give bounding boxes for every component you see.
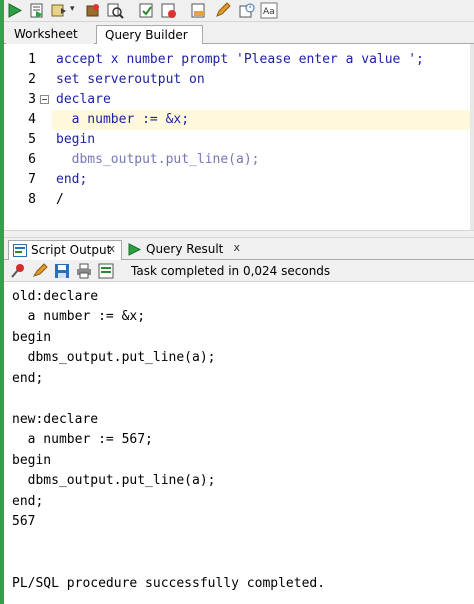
code-line[interactable]: begin xyxy=(56,130,95,150)
output-line: end; xyxy=(12,494,44,509)
autotrace-icon[interactable] xyxy=(106,2,124,19)
line-number: 5 xyxy=(28,132,36,147)
tab-label: Script Output xyxy=(31,243,112,257)
pin-icon[interactable] xyxy=(10,263,26,279)
worksheet-toolbar: ▾ Aa xyxy=(4,0,474,22)
line-number-gutter: 1 2 3 4 5 6 7 8 xyxy=(4,44,52,230)
line-number: 4 xyxy=(28,112,36,127)
output-tab-strip: Script Output x Query Result x xyxy=(4,238,474,260)
pencil-icon[interactable] xyxy=(214,2,232,19)
output-line: dbms_output.put_line(a); xyxy=(12,473,216,488)
tab-label: Query Result xyxy=(146,242,224,256)
line-number: 3 xyxy=(28,92,36,107)
format-icon[interactable]: Aa xyxy=(260,2,278,19)
output-line: begin xyxy=(12,330,52,345)
output-line: PL/SQL procedure successfully completed. xyxy=(12,576,326,591)
line-number: 2 xyxy=(28,72,36,87)
code-line[interactable]: accept x number prompt 'Please enter a v… xyxy=(56,50,424,70)
pane-splitter[interactable] xyxy=(4,230,474,238)
commit-icon[interactable] xyxy=(50,2,68,19)
clear-icon[interactable] xyxy=(160,2,178,19)
line-number: 8 xyxy=(28,192,36,207)
script-output-icon xyxy=(13,244,27,257)
editor-scrollbar[interactable] xyxy=(470,44,474,230)
fold-collapse-icon[interactable] xyxy=(40,95,49,104)
explain-plan-icon[interactable] xyxy=(138,2,156,19)
code-line[interactable]: dbms_output.put_line(a); xyxy=(56,150,260,170)
tab-worksheet[interactable]: Worksheet xyxy=(6,25,94,44)
output-line: a number := 567; xyxy=(12,432,153,447)
tab-script-output[interactable]: Script Output x xyxy=(8,240,122,260)
line-number: 7 xyxy=(28,172,36,187)
svg-text:Aa: Aa xyxy=(263,7,275,17)
sql-tuning-icon[interactable] xyxy=(190,2,208,19)
output-line: end; xyxy=(12,371,44,386)
line-number: 6 xyxy=(28,152,36,167)
worksheet-tab-strip: Worksheet Query Builder xyxy=(4,22,474,44)
history-icon[interactable] xyxy=(238,2,256,19)
eraser-icon[interactable] xyxy=(32,263,48,279)
output-line: a number := &x; xyxy=(12,309,146,324)
query-result-icon xyxy=(128,243,142,256)
code-line[interactable]: end; xyxy=(56,170,87,190)
output-line: dbms_output.put_line(a); xyxy=(12,350,216,365)
script-output-pane[interactable]: old:declare a number := &x; begin dbms_o… xyxy=(4,283,474,604)
dropdown-arrow-icon[interactable]: ▾ xyxy=(70,4,75,14)
status-text: Task completed in 0,024 seconds xyxy=(131,264,331,278)
run-script-icon[interactable] xyxy=(28,2,46,19)
code-line[interactable]: / xyxy=(56,190,64,210)
code-line[interactable]: set serveroutput on xyxy=(56,70,205,90)
code-line[interactable]: declare xyxy=(56,90,111,110)
close-icon[interactable]: x xyxy=(108,239,115,258)
output-line: new:declare xyxy=(12,412,99,427)
sql-editor[interactable]: 1 2 3 4 5 6 7 8 accept x number prompt '… xyxy=(4,44,474,230)
code-line-current[interactable]: a number := &x; xyxy=(56,110,189,130)
line-number: 1 xyxy=(28,52,36,67)
output-line: old:declare xyxy=(12,289,99,304)
run-statement-icon[interactable] xyxy=(6,2,24,19)
save-icon[interactable] xyxy=(54,263,70,279)
output-line: 567 xyxy=(12,514,36,529)
output-line: begin xyxy=(12,453,52,468)
print-icon[interactable] xyxy=(76,263,92,279)
open-file-icon[interactable] xyxy=(98,263,114,279)
output-toolbar: Task completed in 0,024 seconds xyxy=(4,260,474,282)
tab-query-result[interactable]: Query Result x xyxy=(124,240,246,260)
close-icon[interactable]: x xyxy=(233,238,240,257)
rollback-icon[interactable] xyxy=(84,2,102,19)
tab-query-builder[interactable]: Query Builder xyxy=(96,25,203,44)
